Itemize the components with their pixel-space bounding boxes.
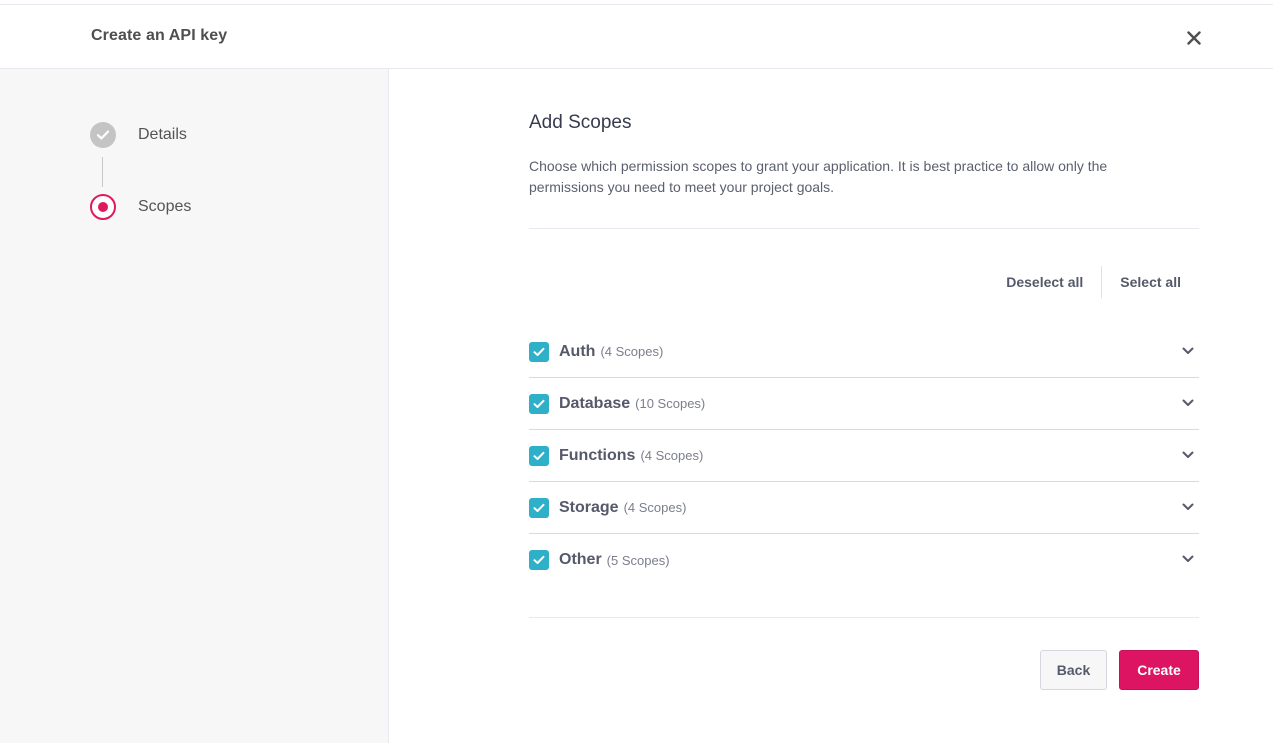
scope-row-storage[interactable]: Storage (4 Scopes) <box>529 482 1199 534</box>
close-button[interactable] <box>1183 27 1205 49</box>
step-label-scopes: Scopes <box>138 198 192 215</box>
check-icon <box>533 347 545 356</box>
scope-name: Auth <box>559 342 596 360</box>
scope-name: Storage <box>559 498 619 516</box>
modal-title: Create an API key <box>91 27 228 44</box>
section-description: Choose which permission scopes to grant … <box>529 158 1108 195</box>
step-scopes[interactable]: Scopes <box>90 194 191 220</box>
close-icon <box>1187 31 1201 45</box>
step-label-details: Details <box>138 126 187 143</box>
bulk-actions: Deselect all Select all <box>988 266 1199 298</box>
check-icon <box>533 451 545 460</box>
scope-checkbox[interactable] <box>529 445 549 466</box>
scope-checkbox[interactable] <box>529 393 549 414</box>
check-icon <box>533 503 545 512</box>
select-all-button[interactable]: Select all <box>1102 274 1199 290</box>
scope-count: (4 Scopes) <box>600 344 664 359</box>
scope-name: Functions <box>559 446 636 464</box>
back-button[interactable]: Back <box>1040 650 1107 690</box>
wizard-sidebar: Details Scopes <box>0 69 389 743</box>
scope-row-database[interactable]: Database (10 Scopes) <box>529 378 1199 430</box>
scope-count: (10 Scopes) <box>635 396 706 411</box>
step-connector <box>102 157 103 187</box>
expand-button[interactable] <box>1181 448 1195 462</box>
step-details[interactable]: Details <box>90 122 187 148</box>
check-icon <box>96 130 110 140</box>
scope-count: (4 Scopes) <box>640 448 704 463</box>
divider <box>529 228 1199 229</box>
expand-button[interactable] <box>1181 344 1195 358</box>
chevron-down-icon <box>1182 451 1194 458</box>
scope-name: Database <box>559 394 631 412</box>
create-button[interactable]: Create <box>1119 650 1199 690</box>
scope-count: (5 Scopes) <box>606 552 670 568</box>
chevron-down-icon <box>1182 399 1194 406</box>
chevron-down-icon <box>1182 347 1194 354</box>
chevron-down-icon <box>1182 503 1194 510</box>
scope-checkbox[interactable] <box>529 497 549 518</box>
footer-actions: Back Create <box>1040 650 1199 690</box>
deselect-all-button[interactable]: Deselect all <box>988 274 1101 290</box>
scope-checkbox[interactable] <box>529 341 549 362</box>
scope-row-auth[interactable]: Auth (4 Scopes) <box>529 326 1199 378</box>
scope-checkbox[interactable] <box>529 550 549 570</box>
expand-button[interactable] <box>1181 396 1195 410</box>
expand-button[interactable] <box>1181 500 1195 514</box>
check-icon <box>533 555 545 564</box>
chevron-down-icon <box>1182 555 1194 562</box>
active-dot-icon <box>98 202 108 212</box>
step-active-indicator <box>90 194 116 220</box>
section-title: Add Scopes <box>529 112 632 133</box>
divider <box>529 617 1199 618</box>
expand-button[interactable] <box>1181 552 1195 566</box>
scope-row-functions[interactable]: Functions (4 Scopes) <box>529 430 1199 482</box>
scope-list: Auth (4 Scopes) Database (10 Scopes) Fun… <box>529 326 1199 586</box>
step-completed-indicator <box>90 122 116 148</box>
scope-count: (4 Scopes) <box>623 500 687 515</box>
modal-header: Create an API key <box>0 5 1273 69</box>
scope-row-other[interactable]: Other (5 Scopes) <box>529 534 1199 586</box>
scope-name: Other <box>559 551 602 568</box>
check-icon <box>533 399 545 408</box>
